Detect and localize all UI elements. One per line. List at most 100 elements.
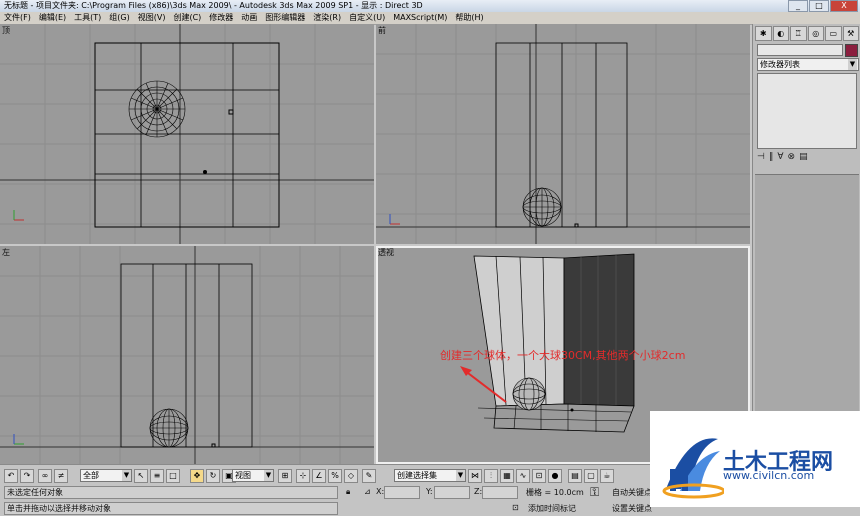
menu-modifiers[interactable]: 修改器	[205, 12, 237, 24]
rotate-icon[interactable]: ↻	[206, 469, 220, 483]
x-coord-field[interactable]	[384, 486, 420, 499]
move-icon[interactable]: ✥	[190, 469, 204, 483]
rect-select-icon[interactable]: □	[166, 469, 180, 483]
ref-coord-label: 视图	[235, 471, 251, 480]
menu-file[interactable]: 文件(F)	[0, 12, 35, 24]
time-tag-icon[interactable]: ⊡	[512, 503, 519, 512]
select-by-name-icon[interactable]: ≡	[150, 469, 164, 483]
selection-filter-dropdown[interactable]: 全部 ▼	[80, 469, 132, 482]
render-setup-icon[interactable]: ▤	[568, 469, 582, 483]
redo-icon[interactable]: ↷	[20, 469, 34, 483]
menu-customize[interactable]: 自定义(U)	[345, 12, 389, 24]
undo-icon[interactable]: ↶	[4, 469, 18, 483]
annotation-text: 创建三个球体，一个大球30CM,其他两个小球2cm	[440, 349, 686, 362]
remove-modifier-icon[interactable]: ⊗	[788, 152, 796, 164]
material-editor-icon[interactable]: ●	[548, 469, 562, 483]
angle-snap-icon[interactable]: ∠	[312, 469, 326, 483]
viewport-left[interactable]: 左	[0, 246, 374, 464]
viewport-top[interactable]: 顶	[0, 24, 374, 244]
modifier-list-dropdown[interactable]: 修改器列表 ▼	[757, 58, 859, 71]
percent-snap-icon[interactable]: %	[328, 469, 342, 483]
y-coord-field[interactable]	[434, 486, 470, 499]
maximize-button[interactable]: □	[809, 0, 829, 12]
chevron-down-icon: ▼	[122, 470, 131, 481]
minimize-button[interactable]: _	[788, 0, 808, 12]
menu-tools[interactable]: 工具(T)	[70, 12, 105, 24]
chevron-down-icon: ▼	[848, 59, 857, 70]
viewport-perspective-label[interactable]: 透视	[378, 247, 394, 258]
key-icon[interactable]: ⚿	[590, 485, 599, 500]
ref-coord-dropdown[interactable]: 视图 ▼	[232, 469, 274, 482]
viewport-top-label[interactable]: 顶	[2, 25, 10, 36]
spinner-snap-icon[interactable]: ◇	[344, 469, 358, 483]
status-line-1: 未选定任何对象	[4, 486, 338, 499]
named-selection-dropdown[interactable]: 创建选择集 ▼	[394, 469, 466, 482]
command-panel-tabs: ✱ ◐ ♖ ◎ ▭ ⚒	[755, 26, 859, 41]
chevron-down-icon: ▼	[456, 470, 465, 481]
selection-filter-label: 全部	[83, 471, 99, 480]
grid-size: 栅格 = 10.0cm	[526, 488, 584, 497]
set-key-button[interactable]: 设置关键点	[612, 503, 652, 514]
make-unique-icon[interactable]: ∀	[777, 152, 783, 164]
create-tab-icon[interactable]: ✱	[755, 26, 772, 41]
curve-editor-icon[interactable]: ∿	[516, 469, 530, 483]
motion-tab-icon[interactable]: ◎	[807, 26, 824, 41]
object-name-field[interactable]	[757, 44, 843, 56]
abs-mode-icon[interactable]: ⊿	[364, 487, 371, 496]
menu-maxscript[interactable]: MAXScript(M)	[389, 12, 451, 24]
render-frame-icon[interactable]: ▢	[584, 469, 598, 483]
align-icon[interactable]: ⫶	[484, 469, 498, 483]
quick-render-icon[interactable]: ☕	[600, 469, 614, 483]
auto-key-button[interactable]: 自动关键点	[612, 487, 652, 498]
snap-icon[interactable]: ⊹	[296, 469, 310, 483]
edit-named-sel-icon[interactable]: ✎	[362, 469, 376, 483]
utilities-tab-icon[interactable]: ⚒	[842, 26, 859, 41]
window-title: 无标题 - 项目文件夹: C:\Program Files (x86)\3ds …	[4, 1, 423, 10]
menu-group[interactable]: 组(G)	[105, 12, 133, 24]
z-label: Z:	[474, 487, 483, 496]
stack-buttons: ⊣ ‖ ∀ ⊗ ▤	[757, 152, 857, 164]
menu-edit[interactable]: 编辑(E)	[35, 12, 70, 24]
menu-rendering[interactable]: 渲染(R)	[309, 12, 345, 24]
display-tab-icon[interactable]: ▭	[825, 26, 842, 41]
watermark-logo-icon	[662, 438, 724, 499]
hierarchy-tab-icon[interactable]: ♖	[790, 26, 807, 41]
y-label: Y:	[426, 487, 433, 496]
z-coord-field[interactable]	[482, 486, 518, 499]
mirror-icon[interactable]: ⋈	[468, 469, 482, 483]
modify-tab-icon[interactable]: ◐	[772, 26, 789, 41]
watermark-url: www.civilcn.com	[723, 469, 815, 482]
menu-help[interactable]: 帮助(H)	[451, 12, 487, 24]
named-selection-label: 创建选择集	[397, 471, 437, 480]
pin-stack-icon[interactable]: ⊣	[757, 152, 765, 164]
menu-create[interactable]: 创建(C)	[169, 12, 205, 24]
viewport-top-canvas	[0, 24, 374, 244]
status-line-2: 单击并拖动以选择并移动对象	[4, 502, 338, 515]
add-time-tag-button[interactable]: 添加时间标记	[528, 503, 576, 514]
unlink-icon[interactable]: ≠	[54, 469, 68, 483]
lock-selection-icon[interactable]: 🔒︎	[346, 487, 350, 497]
menu-animation[interactable]: 动画	[237, 12, 261, 24]
viewport-left-label[interactable]: 左	[2, 247, 10, 258]
link-icon[interactable]: ∞	[38, 469, 52, 483]
chevron-down-icon: ▼	[264, 470, 273, 481]
object-color-swatch[interactable]	[845, 44, 858, 57]
schematic-icon[interactable]: ⊡	[532, 469, 546, 483]
show-end-result-icon[interactable]: ‖	[769, 152, 774, 164]
pivot-icon[interactable]: ⊞	[278, 469, 292, 483]
select-icon[interactable]: ↖	[134, 469, 148, 483]
viewport-front[interactable]: 前	[376, 24, 750, 244]
command-panel: ✱ ◐ ♖ ◎ ▭ ⚒ 修改器列表 ▼ ⊣ ‖ ∀ ⊗ ▤	[752, 24, 860, 465]
layer-icon[interactable]: ▦	[500, 469, 514, 483]
viewport-front-label[interactable]: 前	[378, 25, 386, 36]
viewport-left-canvas	[0, 246, 374, 464]
configure-sets-icon[interactable]: ▤	[799, 152, 808, 164]
menu-graph-editors[interactable]: 图形编辑器	[261, 12, 309, 24]
x-label: X:	[376, 487, 385, 496]
modifier-list-label: 修改器列表	[760, 60, 800, 69]
window-controls: _ □ X	[788, 0, 858, 12]
modifier-stack[interactable]	[757, 73, 857, 149]
menu-views[interactable]: 视图(V)	[134, 12, 170, 24]
watermark: 土木工程网 www.civilcn.com	[650, 411, 860, 507]
close-button[interactable]: X	[830, 0, 858, 12]
